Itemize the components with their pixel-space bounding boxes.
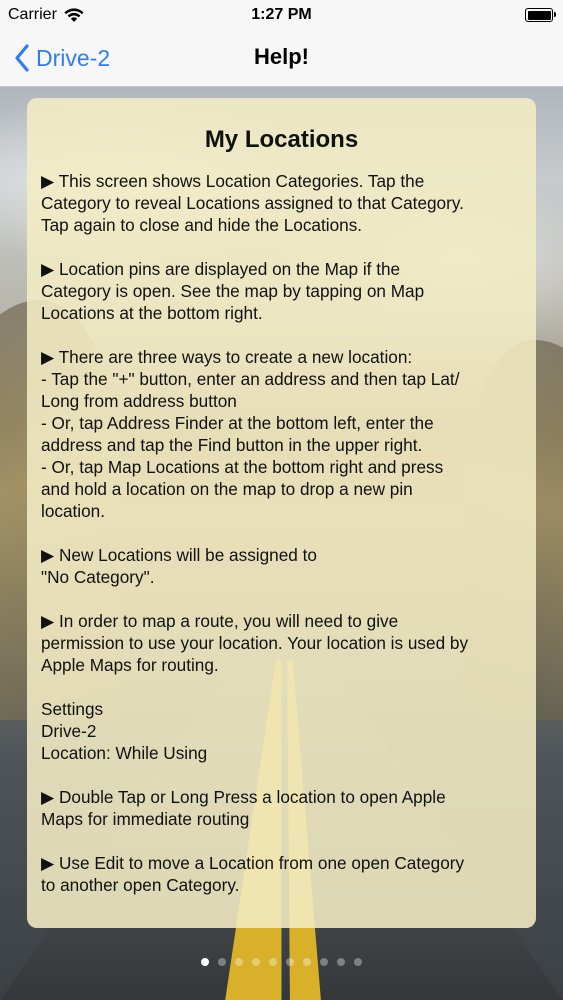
page-dot[interactable] (320, 958, 328, 966)
help-text-line: Long from address button (41, 391, 237, 411)
page-dot[interactable] (269, 958, 277, 966)
navigation-bar: Drive-2 Help! (0, 30, 563, 87)
page-title: Help! (254, 44, 309, 69)
help-text-line: location. (41, 501, 106, 521)
help-text-line: ▶ There are three ways to create a new l… (41, 347, 413, 367)
help-text-line: to another open Category. (41, 875, 240, 895)
help-text-line: ▶ Use Edit to move a Location from one o… (41, 853, 465, 873)
help-paragraph: ▶ There are three ways to create a new l… (41, 346, 522, 522)
help-text-line: Settings (41, 699, 104, 719)
page-dot[interactable] (337, 958, 345, 966)
battery-icon (525, 8, 556, 22)
help-text-line: - Or, tap Map Locations at the bottom ri… (41, 457, 444, 477)
page-dot[interactable] (235, 958, 243, 966)
help-content: ▶ This screen shows Location Categories.… (41, 170, 522, 896)
help-text-line: - Tap the "+" button, enter an address a… (41, 369, 460, 389)
help-text-line: Apple Maps for routing. (41, 655, 219, 675)
help-paragraph: ▶ New Locations will be assigned to "No C… (41, 544, 522, 588)
help-text-line: Locations at the bottom right. (41, 303, 263, 323)
help-text-line: Drive-2 (41, 721, 97, 741)
help-paragraph: ▶ This screen shows Location Categories.… (41, 170, 522, 236)
help-paragraph: Settings Drive-2 Location: While Using (41, 698, 522, 764)
status-time: 1:27 PM (251, 6, 312, 23)
help-text-line: Category is open. See the map by tapping… (41, 281, 425, 301)
help-paragraph: ▶ Location pins are displayed on the Map… (41, 258, 522, 324)
help-text-line: ▶ New Locations will be assigned to (41, 545, 317, 565)
help-paragraph: ▶ Double Tap or Long Press a location to… (41, 786, 522, 830)
help-text-line: "No Category". (41, 567, 155, 587)
help-text-line: ▶ This screen shows Location Categories.… (41, 171, 425, 191)
help-paragraph: ▶ In order to map a route, you will need… (41, 610, 522, 676)
help-text-line: - Or, tap Address Finder at the bottom l… (41, 413, 434, 433)
help-text-line: permission to use your location. Your lo… (41, 633, 469, 653)
page-dot[interactable] (286, 958, 294, 966)
help-text-line: Category to reveal Locations assigned to… (41, 193, 464, 213)
page-control[interactable] (0, 958, 563, 966)
help-text-line: Maps for immediate routing (41, 809, 250, 829)
page-dot[interactable] (252, 958, 260, 966)
help-text-line: ▶ Location pins are displayed on the Map… (41, 259, 401, 279)
page-dot[interactable] (354, 958, 362, 966)
status-bar: Carrier 1:27 PM (0, 0, 563, 30)
page-dot-active[interactable] (201, 958, 209, 966)
help-text-line: Location: While Using (41, 743, 208, 763)
help-text-line: Tap again to close and hide the Location… (41, 215, 363, 235)
help-text-line: address and tap the Find button in the u… (41, 435, 423, 455)
page-dot[interactable] (303, 958, 311, 966)
help-card: My Locations ▶ This screen shows Locatio… (27, 98, 536, 928)
help-text-line: ▶ Double Tap or Long Press a location to… (41, 787, 446, 807)
help-title: My Locations (204, 126, 359, 153)
page-dot[interactable] (218, 958, 226, 966)
help-text-line: ▶ In order to map a route, you will need… (41, 611, 399, 631)
help-paragraph: ▶ Use Edit to move a Location from one o… (41, 852, 522, 896)
help-text-line: and hold a location on the map to drop a… (41, 479, 413, 499)
